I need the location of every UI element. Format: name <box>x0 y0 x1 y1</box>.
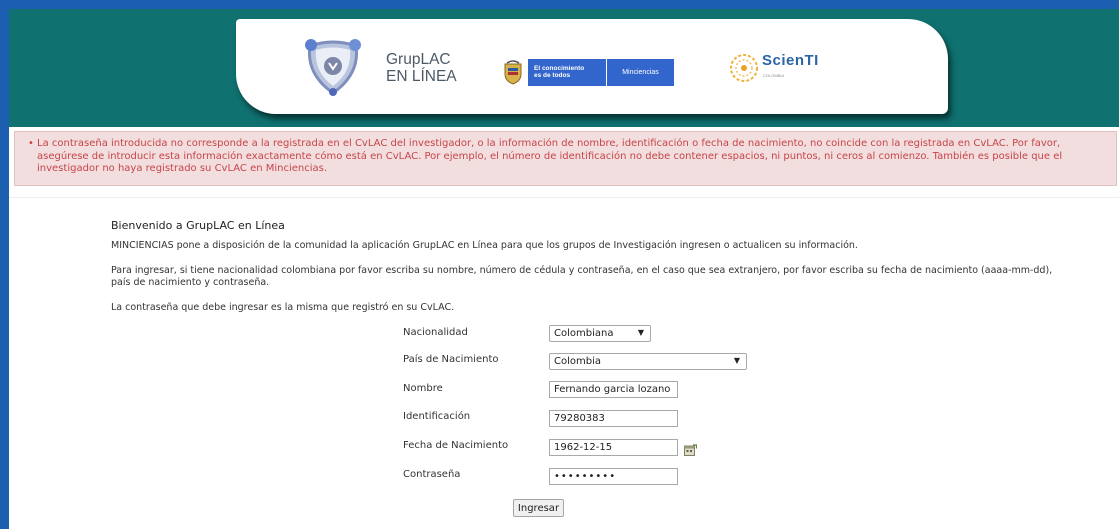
scienti-subtitle: COLOMBIA <box>763 73 785 78</box>
ingresar-button[interactable]: Ingresar <box>513 499 564 517</box>
nacionalidad-label: Nacionalidad <box>403 327 468 338</box>
identificacion-input[interactable]: 79280383 <box>549 410 678 427</box>
gruplac-logo-icon <box>305 39 361 96</box>
contrasena-label: Contraseña <box>403 469 461 480</box>
nombre-label: Nombre <box>403 383 443 394</box>
scienti-name: ScienTI <box>762 52 819 69</box>
gov-slogan-line2: es de todos <box>534 72 571 79</box>
intro-paragraph: MINCIENCIAS pone a disposición de la com… <box>111 240 858 251</box>
gruplac-title-line2: EN LÍNEA <box>386 68 457 85</box>
window-frame-left <box>0 0 9 529</box>
scienti-swirl-icon <box>730 54 758 82</box>
window-frame-top <box>0 0 1119 9</box>
nacionalidad-selected-value: Colombiana <box>554 328 614 339</box>
error-alert: • La contraseña introducida no correspon… <box>14 131 1117 186</box>
header-logo-card: GrupLAC EN LÍNEA El conocimiento es de t… <box>236 19 948 114</box>
identificacion-label: Identificación <box>403 411 471 422</box>
fecha-input[interactable]: 1962-12-15 <box>549 439 678 456</box>
coat-of-arms-icon <box>504 60 522 85</box>
nacionalidad-select[interactable]: Colombiana ▼ <box>549 325 651 342</box>
chevron-down-icon: ▼ <box>637 328 644 337</box>
chevron-down-icon: ▼ <box>733 356 740 365</box>
government-badge: El conocimiento es de todos Minciencias <box>502 58 674 87</box>
pais-label: País de Nacimiento <box>403 354 499 365</box>
password-note: La contraseña que debe ingresar es la mi… <box>111 302 455 313</box>
page-title: Bienvenido a GrupLAC en Línea <box>111 219 285 232</box>
gruplac-title-line1: GrupLAC <box>386 51 451 68</box>
fecha-label: Fecha de Nacimiento <box>403 440 509 451</box>
content-separator <box>9 197 1119 198</box>
gov-slogan-box: El conocimiento es de todos <box>528 59 606 86</box>
scienti-logo: ScienTI COLOMBIA <box>728 49 858 89</box>
calendar-icon[interactable] <box>684 444 697 456</box>
contrasena-input[interactable]: ••••••••• <box>549 468 678 485</box>
error-bullet: • <box>28 138 34 149</box>
gruplac-title: GrupLAC EN LÍNEA <box>386 51 457 85</box>
gov-slogan-line1: El conocimiento <box>534 65 585 72</box>
error-message: La contraseña introducida no corresponde… <box>37 138 1063 174</box>
nombre-input[interactable]: Fernando garcia lozano <box>549 381 678 398</box>
instructions-paragraph: Para ingresar, si tiene nacionalidad col… <box>111 265 1053 288</box>
gov-ministry-box: Minciencias <box>606 59 674 86</box>
pais-selected-value: Colombia <box>554 356 601 367</box>
pais-select[interactable]: Colombia ▼ <box>549 353 747 370</box>
